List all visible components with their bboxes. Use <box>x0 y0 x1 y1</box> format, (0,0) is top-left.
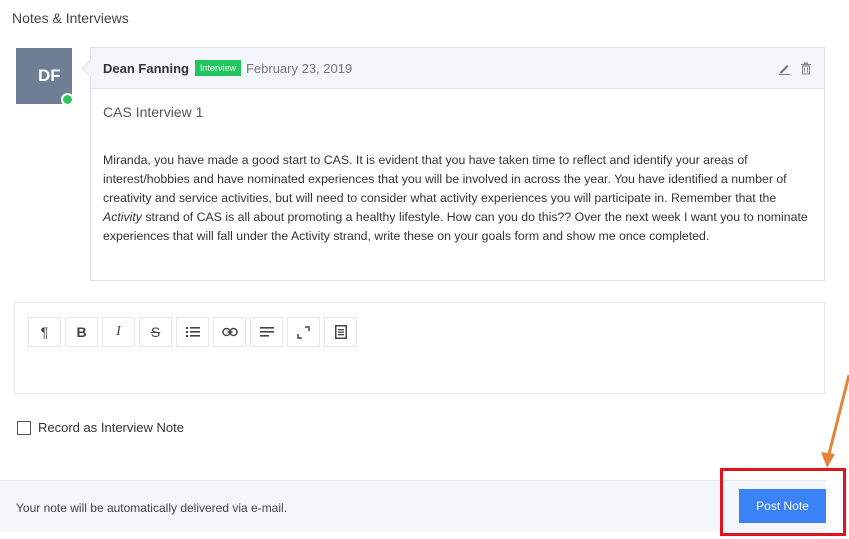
annotation-arrow <box>821 374 849 468</box>
